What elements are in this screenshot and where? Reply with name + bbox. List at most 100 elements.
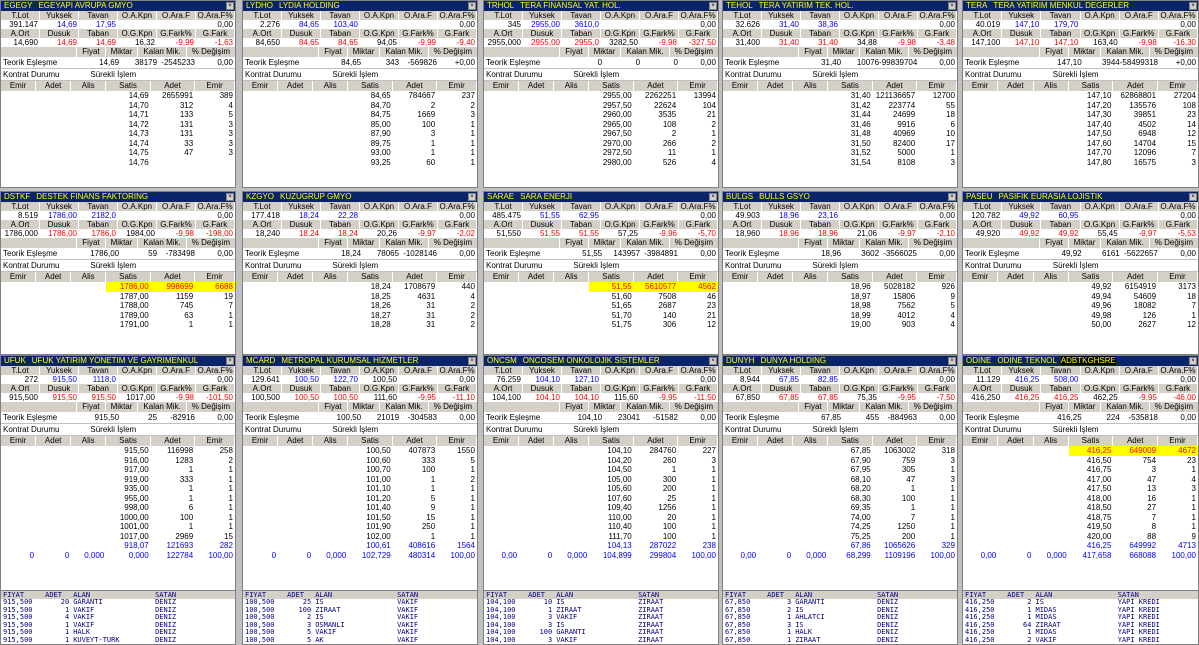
depth-row[interactable]: 110,40 100 1	[484, 522, 718, 532]
depth-row[interactable]: 68,30 100 1	[723, 494, 957, 504]
depth-row[interactable]: 84,65 784667 237	[243, 91, 477, 101]
depth-row[interactable]: 100,70 100 1	[243, 465, 477, 475]
depth-row[interactable]: 1791,00 1 1	[1, 320, 235, 330]
depth-row[interactable]: 49,94 54609 18	[963, 292, 1198, 302]
close-icon[interactable]: ×	[1189, 193, 1197, 201]
trade-row[interactable]: 104,100 3 IS ZIRAAT	[484, 622, 718, 630]
depth-row[interactable]: 102,00 1 1	[243, 532, 477, 542]
depth-row[interactable]: 147,80 16575 3	[963, 158, 1198, 168]
depth-row[interactable]: 19,00 903 4	[723, 320, 957, 330]
panel-title-bar[interactable]: BULGS BULLS GSYO ×	[723, 192, 957, 202]
depth-row[interactable]: 107,60 25 1	[484, 494, 718, 504]
depth-row[interactable]: 100,61 408616 1564	[243, 541, 477, 551]
depth-row[interactable]: 955,00 1 1	[1, 494, 235, 504]
depth-row[interactable]: 18,27 31 2	[243, 311, 477, 321]
depth-row[interactable]: 147,20 135576 108	[963, 101, 1198, 111]
depth-row[interactable]: 18,97 15806 9	[723, 292, 957, 302]
depth-row[interactable]: 31,52 5000 1	[723, 148, 957, 158]
depth-row[interactable]: 919,00 333 1	[1, 475, 235, 485]
depth-row[interactable]: 68,10 47 3	[723, 475, 957, 485]
trade-row[interactable]: 104,100 3 VAKIF ZIRAAT	[484, 614, 718, 622]
panel-title-bar[interactable]: EGEGY EGEYAPI AVRUPA GMYO ×	[1, 1, 235, 11]
close-icon[interactable]: ×	[709, 357, 717, 365]
trade-row[interactable]: 915,500 1 KUVEYT-TURK DENIZ	[1, 637, 235, 645]
depth-row[interactable]: 14,69 2655991 389	[1, 91, 235, 101]
depth-row[interactable]: 49,96 18082 7	[963, 301, 1198, 311]
close-icon[interactable]: ×	[709, 2, 717, 10]
close-icon[interactable]: ×	[948, 357, 956, 365]
depth-row[interactable]: 14,76	[1, 158, 235, 168]
panel-title-bar[interactable]: TERA TERA YATIRIM MENKUL DEGERLER ×	[963, 1, 1198, 11]
depth-row[interactable]: 14,71 133 5	[1, 110, 235, 120]
depth-row[interactable]: 18,98 7562 5	[723, 301, 957, 311]
trade-row[interactable]: 100,500 5 AK VAKIF	[243, 637, 477, 645]
depth-row[interactable]: 147,50 6948 12	[963, 129, 1198, 139]
depth-row[interactable]: 31,46 9916 6	[723, 120, 957, 130]
depth-row[interactable]: 147,40 4502 14	[963, 120, 1198, 130]
trade-row[interactable]: 67,850 3 GARANTI DENIZ	[723, 599, 957, 607]
depth-row[interactable]: 101,90 250 1	[243, 522, 477, 532]
depth-row[interactable]: 418,75 7 1	[963, 513, 1198, 523]
depth-row[interactable]: 104,13 287022 238	[484, 541, 718, 551]
depth-row[interactable]: 419,50 8 1	[963, 522, 1198, 532]
panel-title-bar[interactable]: DSTKF DESTEK FINANS FAKTORING ×	[1, 192, 235, 202]
depth-row[interactable]: 31,48 40969 10	[723, 129, 957, 139]
close-icon[interactable]: ×	[226, 357, 234, 365]
depth-row[interactable]: 31,54 8108 3	[723, 158, 957, 168]
panel-title-bar[interactable]: TEHOL TERA YATIRIM TEK. HOL. ×	[723, 1, 957, 11]
depth-row[interactable]: 51,55 5610577 4562	[484, 282, 718, 292]
depth-row[interactable]: 101,00 1 2	[243, 475, 477, 485]
depth-row[interactable]: 68,20 1 1	[723, 484, 957, 494]
depth-row[interactable]: 51,65 2687 23	[484, 301, 718, 311]
depth-row[interactable]: 100,60 333 5	[243, 456, 477, 466]
depth-row[interactable]: 101,40 9 1	[243, 503, 477, 513]
panel-title-bar[interactable]: UFUK UFUK YATIRIM YONETIM VE GAYRIMENKUL ×	[1, 356, 235, 366]
trade-list[interactable]: FIYAT ADET ALAN SATAN 67,850 3 GARANTI DENIZ 67,…	[723, 590, 957, 644]
trade-list[interactable]: FIYAT ADET ALAN SATAN 416,250 2 IS YAPI KREDI 41…	[963, 590, 1198, 644]
depth-row[interactable]: 51,70 140 21	[484, 311, 718, 321]
depth-row[interactable]: 14,75 47 3	[1, 148, 235, 158]
depth-row[interactable]: 2960,00 3535 21	[484, 110, 718, 120]
depth-row[interactable]: 998,00 6 1	[1, 503, 235, 513]
trade-list[interactable]: FIYAT ADET ALAN SATAN 915,500 20 GARANTI DENIZ 9…	[1, 590, 235, 644]
depth-row[interactable]: 416,25 649009 4672	[963, 446, 1198, 456]
depth-row[interactable]: 1001,00 1 1	[1, 522, 235, 532]
depth-row[interactable]: 101,20 5 1	[243, 494, 477, 504]
depth-row[interactable]: 105,60 200 1	[484, 484, 718, 494]
depth-row[interactable]: 18,96 5028182 926	[723, 282, 957, 292]
depth-row[interactable]: 420,00 88 9	[963, 532, 1198, 542]
trade-row[interactable]: 67,850 2 IS DENIZ	[723, 607, 957, 615]
close-icon[interactable]: ×	[226, 193, 234, 201]
depth-row[interactable]: 417,00 47 4	[963, 475, 1198, 485]
depth-row[interactable]: 51,75 306 12	[484, 320, 718, 330]
depth-row[interactable]: 110,00 20 1	[484, 513, 718, 523]
depth-row[interactable]: 84,70 2 2	[243, 101, 477, 111]
depth-row[interactable]: 18,28 31 2	[243, 320, 477, 330]
depth-row[interactable]: 105,00 300 1	[484, 475, 718, 485]
depth-row[interactable]: 31,44 24699 18	[723, 110, 957, 120]
trade-row[interactable]: 100,500 3 OSMANLI VAKIF	[243, 622, 477, 630]
depth-row[interactable]: 51,60 7508 46	[484, 292, 718, 302]
close-icon[interactable]: ×	[1189, 2, 1197, 10]
trade-row[interactable]: 100,500 25 IS VAKIF	[243, 599, 477, 607]
depth-row[interactable]: 101,50 15 1	[243, 513, 477, 523]
depth-row[interactable]: 89,75 1 1	[243, 139, 477, 149]
depth-row[interactable]: 93,25 60 1	[243, 158, 477, 168]
trade-row[interactable]: 100,500 2 IS VAKIF	[243, 614, 477, 622]
depth-row[interactable]: 147,10 62868801 27204	[963, 91, 1198, 101]
depth-row[interactable]: 67,90 759 3	[723, 456, 957, 466]
depth-row[interactable]: 416,50 754 23	[963, 456, 1198, 466]
depth-row[interactable]: 1786,00 998699 6688	[1, 282, 235, 292]
depth-row[interactable]: 50,00 2627 12	[963, 320, 1198, 330]
depth-row[interactable]: 1788,00 745 7	[1, 301, 235, 311]
close-icon[interactable]: ×	[709, 193, 717, 201]
panel-title-bar[interactable]: ONCSM ONCOSEM ONKOLOJIK SISTEMLER ×	[484, 356, 718, 366]
panel-title-bar[interactable]: SARAE SARA ENERJI ×	[484, 192, 718, 202]
trade-row[interactable]: 100,500 100 ZIRAAT VAKIF	[243, 607, 477, 615]
depth-row[interactable]: 87,90 3 1	[243, 129, 477, 139]
close-icon[interactable]: ×	[948, 2, 956, 10]
trade-row[interactable]: 416,250 64 ZIRAAT YAPI KREDI	[963, 622, 1198, 630]
depth-row[interactable]: 14,73 131 3	[1, 129, 235, 139]
depth-row[interactable]: 14,74 33 3	[1, 139, 235, 149]
depth-row[interactable]: 74,00 7 1	[723, 513, 957, 523]
